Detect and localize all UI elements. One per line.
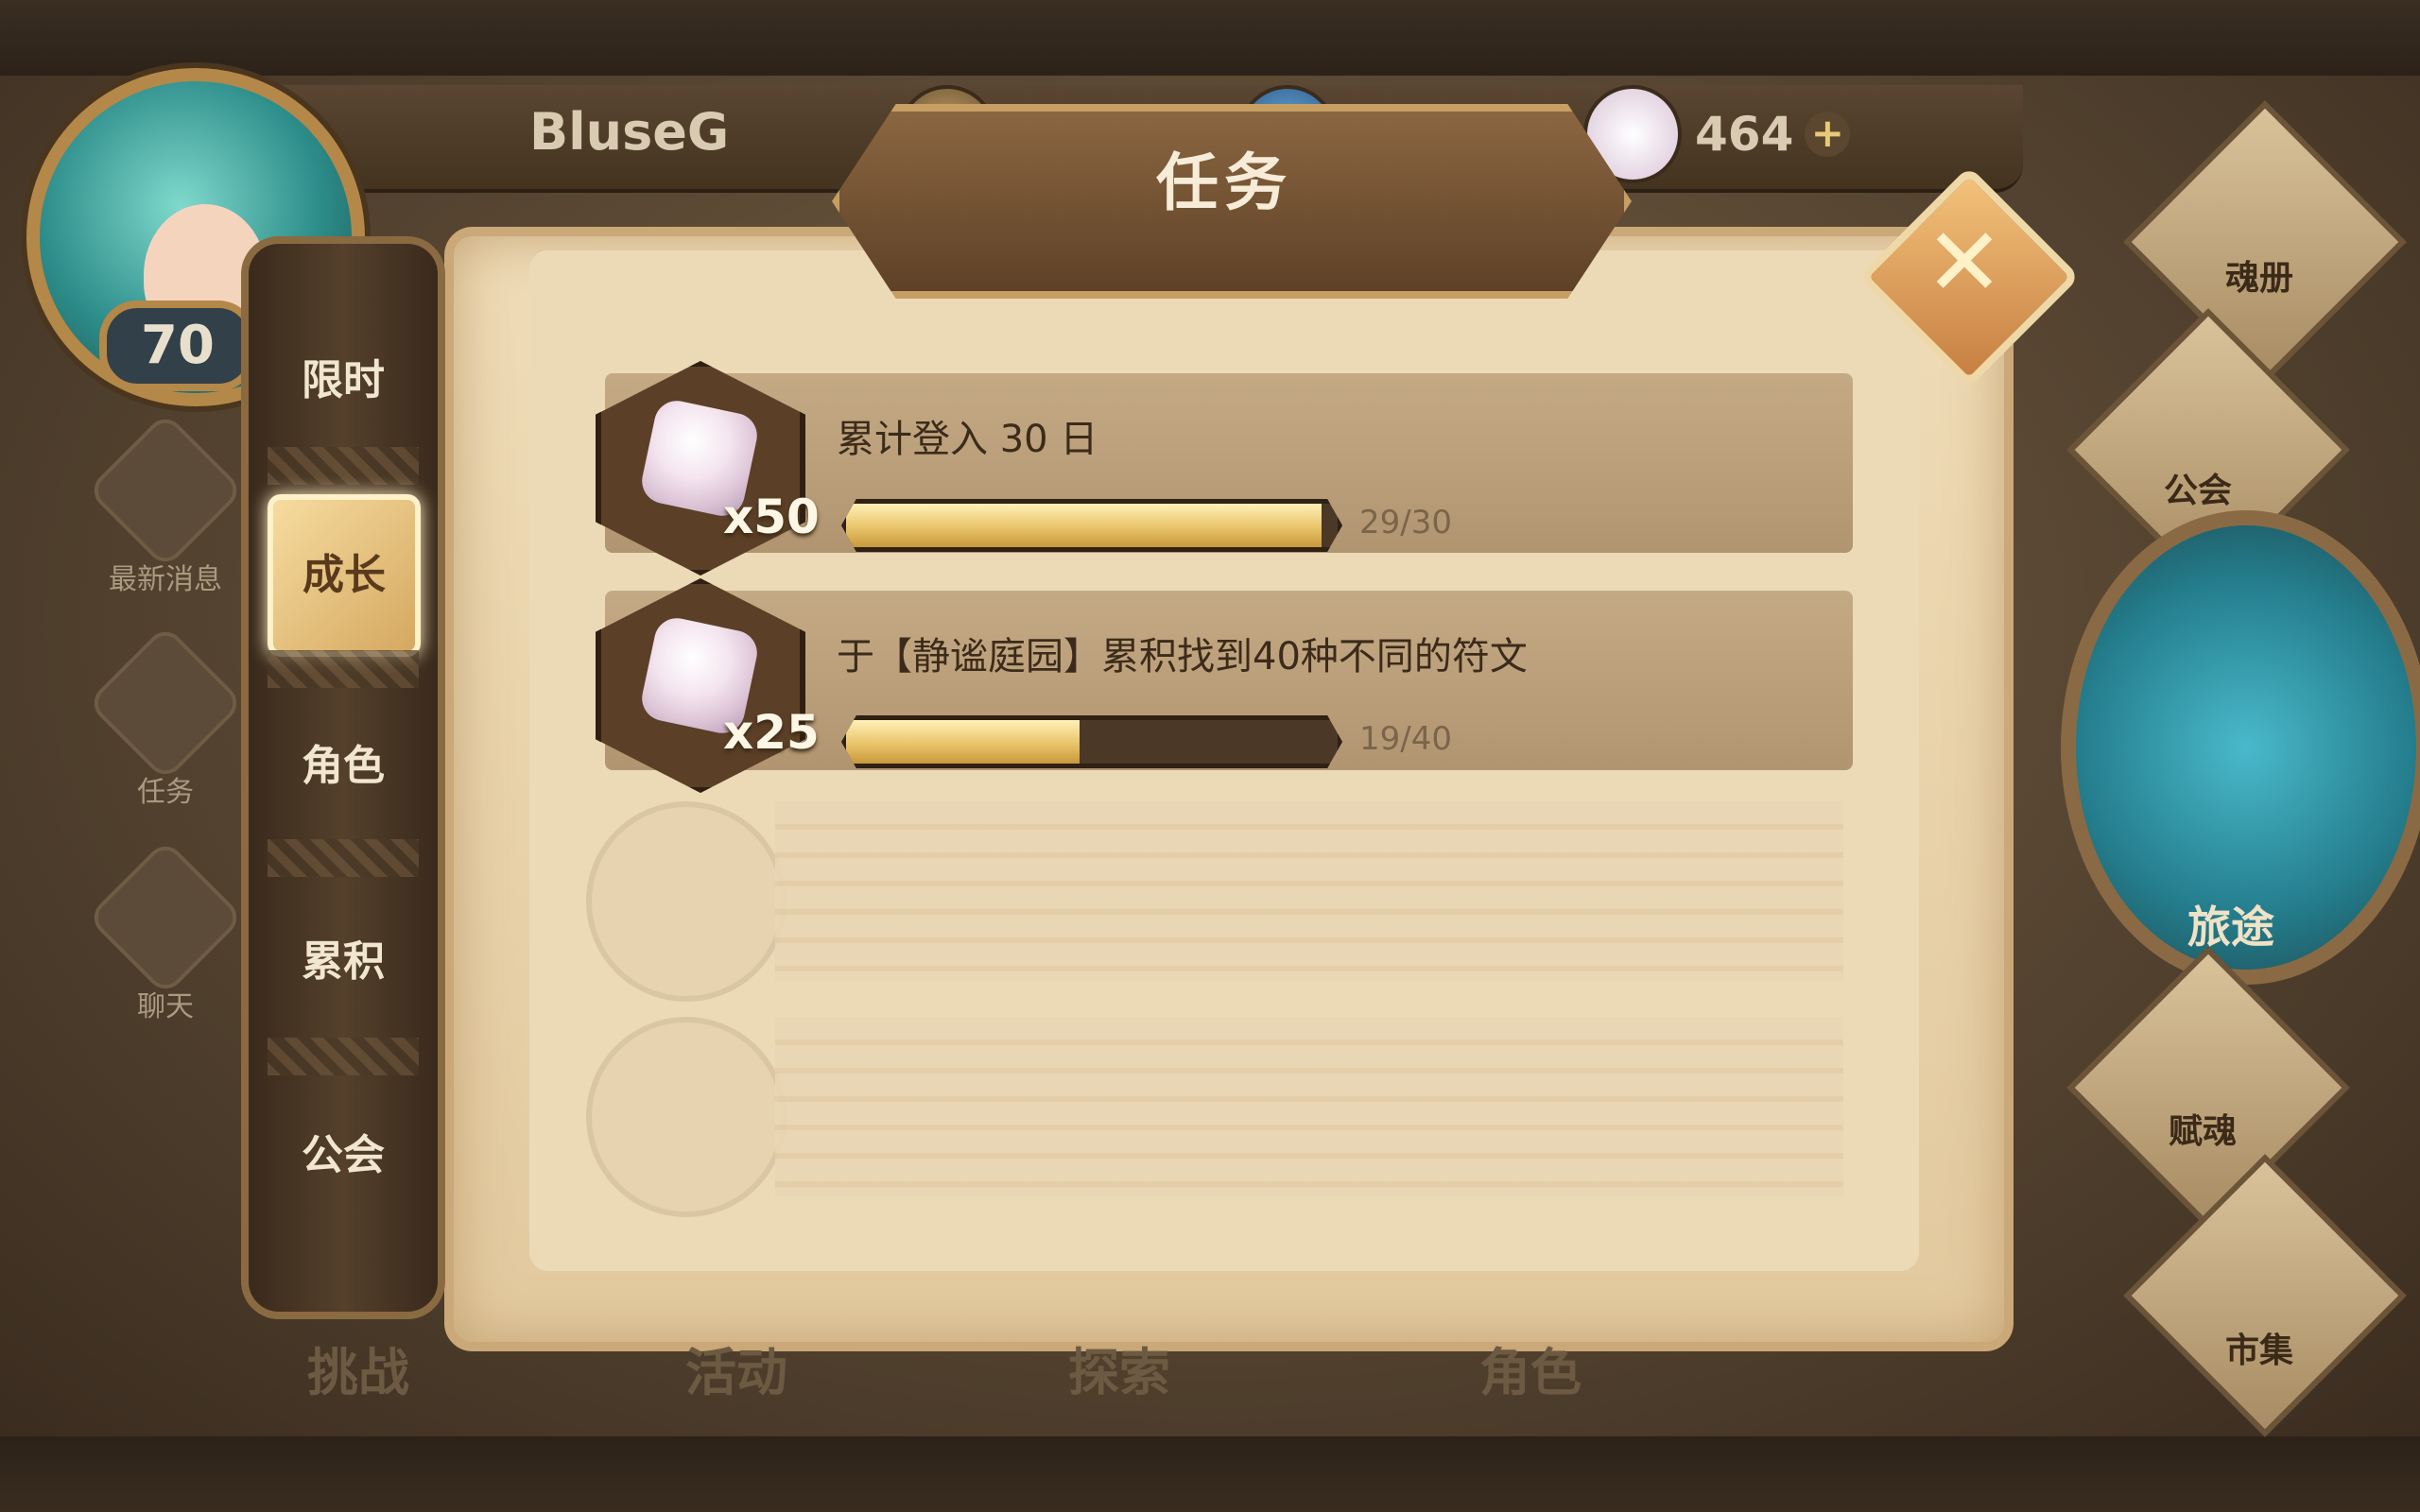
quest-shield-icon bbox=[86, 624, 245, 782]
right-menu-soul-book[interactable]: 魂册 bbox=[2155, 250, 2363, 300]
panel-title: 任务 bbox=[1156, 146, 1292, 219]
tab-accumulate[interactable]: 累积 bbox=[256, 891, 430, 1033]
top-frame bbox=[0, 0, 2420, 76]
right-menu-guild[interactable]: 公会 bbox=[2094, 463, 2302, 512]
left-menu-chat-label: 聊天 bbox=[137, 990, 194, 1023]
tab-growth[interactable]: 成长 bbox=[268, 494, 421, 657]
player-level-badge: 70 bbox=[99, 301, 256, 391]
empty-slot-icon bbox=[586, 801, 786, 1002]
close-icon[interactable]: ✕ bbox=[1917, 215, 2012, 310]
task-progress-text: 29/30 bbox=[1359, 504, 1452, 541]
left-menu-quests[interactable]: 任务 bbox=[80, 624, 251, 810]
tab-limited[interactable]: 限时 bbox=[256, 310, 430, 452]
reward-quantity: x25 bbox=[723, 705, 820, 760]
task-progress-fill bbox=[846, 720, 1080, 764]
tab-divider bbox=[268, 1038, 419, 1075]
tab-divider bbox=[268, 839, 419, 877]
add-gem-button[interactable]: + bbox=[1805, 112, 1851, 157]
right-menu-journey[interactable]: 旅途 bbox=[2136, 893, 2325, 955]
empty-task-row bbox=[775, 1017, 1843, 1196]
nav-explore[interactable]: 探索 bbox=[1068, 1331, 1170, 1405]
task-title: 于【静谧庭园】累积找到40种不同的符文 bbox=[837, 635, 1528, 679]
task-progress-bar bbox=[841, 499, 1342, 552]
left-menu-chat[interactable]: 聊天 bbox=[80, 838, 251, 1024]
task-title: 累计登入 30 日 bbox=[837, 418, 1098, 461]
chat-bubble-icon bbox=[86, 838, 245, 997]
empty-task-row bbox=[775, 801, 1843, 981]
task-progress-fill bbox=[846, 504, 1322, 547]
quest-category-tabs: 限时 成长 角色 累积 公会 bbox=[241, 236, 445, 1319]
gem-amount: 464 bbox=[1695, 107, 1794, 162]
empty-slot-icon bbox=[586, 1017, 786, 1217]
left-menu-news[interactable]: 最新消息 bbox=[80, 411, 251, 597]
left-menu-news-label: 最新消息 bbox=[109, 563, 222, 596]
right-menu-soul-infuse[interactable]: 赋魂 bbox=[2099, 1104, 2307, 1153]
nav-character[interactable]: 角色 bbox=[1479, 1331, 1582, 1405]
tab-guild[interactable]: 公会 bbox=[256, 1085, 430, 1227]
bottom-frame bbox=[0, 1436, 2420, 1512]
scroll-icon bbox=[86, 411, 245, 570]
tab-divider bbox=[268, 650, 419, 688]
bottom-nav: 挑战 活动 探索 角色 bbox=[217, 1304, 2203, 1427]
tab-character[interactable]: 角色 bbox=[256, 696, 430, 837]
nav-challenge[interactable]: 挑战 bbox=[307, 1331, 409, 1405]
resource-gem[interactable]: 464 + bbox=[1583, 85, 1851, 183]
left-menu-quests-label: 任务 bbox=[137, 776, 194, 809]
player-name: BluseG bbox=[529, 102, 730, 162]
nav-events[interactable]: 活动 bbox=[685, 1331, 787, 1405]
task-progress-bar bbox=[841, 715, 1342, 768]
reward-quantity: x50 bbox=[723, 490, 820, 544]
task-progress-text: 19/40 bbox=[1359, 720, 1452, 758]
tab-divider bbox=[268, 447, 419, 485]
